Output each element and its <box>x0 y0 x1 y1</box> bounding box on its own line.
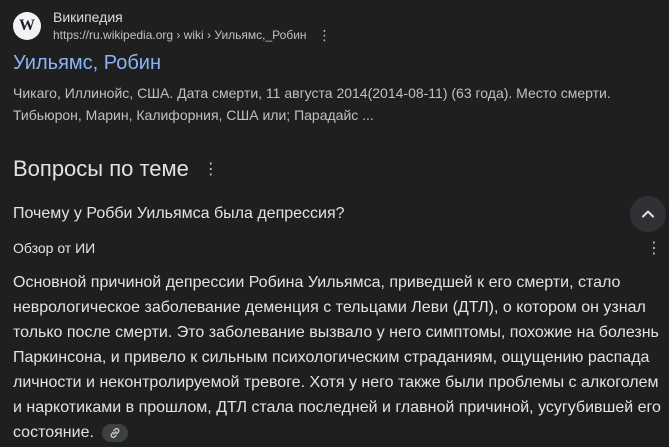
site-name: Википедия <box>53 9 123 25</box>
source-link-button[interactable] <box>102 423 129 442</box>
question-text: Почему у Робби Уильямса была депрессия? <box>13 205 345 222</box>
section-title: Вопросы по теме <box>13 156 189 181</box>
related-questions-header: Вопросы по теме ⋮ <box>13 154 656 184</box>
ai-answer-text: Основной причиной депрессии Робина Уилья… <box>13 274 661 441</box>
result-url: https://ru.wikipedia.org › wiki › Уильям… <box>53 28 307 42</box>
ai-answer: Основной причиной депрессии Робина Уилья… <box>13 270 663 445</box>
ai-overview-label: Обзор от ИИ <box>13 240 96 256</box>
collapse-button[interactable] <box>630 196 666 232</box>
link-icon <box>110 427 120 438</box>
result-source[interactable]: W Википедия https://ru.wikipedia.org › w… <box>13 8 656 44</box>
ai-overview-options-kebab-icon[interactable]: ⋮ <box>646 238 662 258</box>
result-title-link[interactable]: Уильямс, Робин <box>13 50 161 76</box>
ai-overview-header: Обзор от ИИ ⋮ <box>13 236 662 260</box>
search-results-page: W Википедия https://ru.wikipedia.org › w… <box>0 0 669 447</box>
wikipedia-favicon-icon: W <box>13 12 41 40</box>
url-row: https://ru.wikipedia.org › wiki › Уильям… <box>53 26 333 44</box>
search-result: W Википедия https://ru.wikipedia.org › w… <box>13 0 656 126</box>
section-options-kebab-icon[interactable]: ⋮ <box>203 159 219 179</box>
question-row[interactable]: Почему у Робби Уильямса была депрессия? <box>13 194 666 234</box>
chevron-up-icon <box>642 210 654 218</box>
result-options-kebab-icon[interactable]: ⋮ <box>317 28 333 42</box>
source-text: Википедия https://ru.wikipedia.org › wik… <box>53 8 333 44</box>
result-snippet: Чикаго, Иллинойс, США. Дата смерти, 11 а… <box>13 85 611 123</box>
